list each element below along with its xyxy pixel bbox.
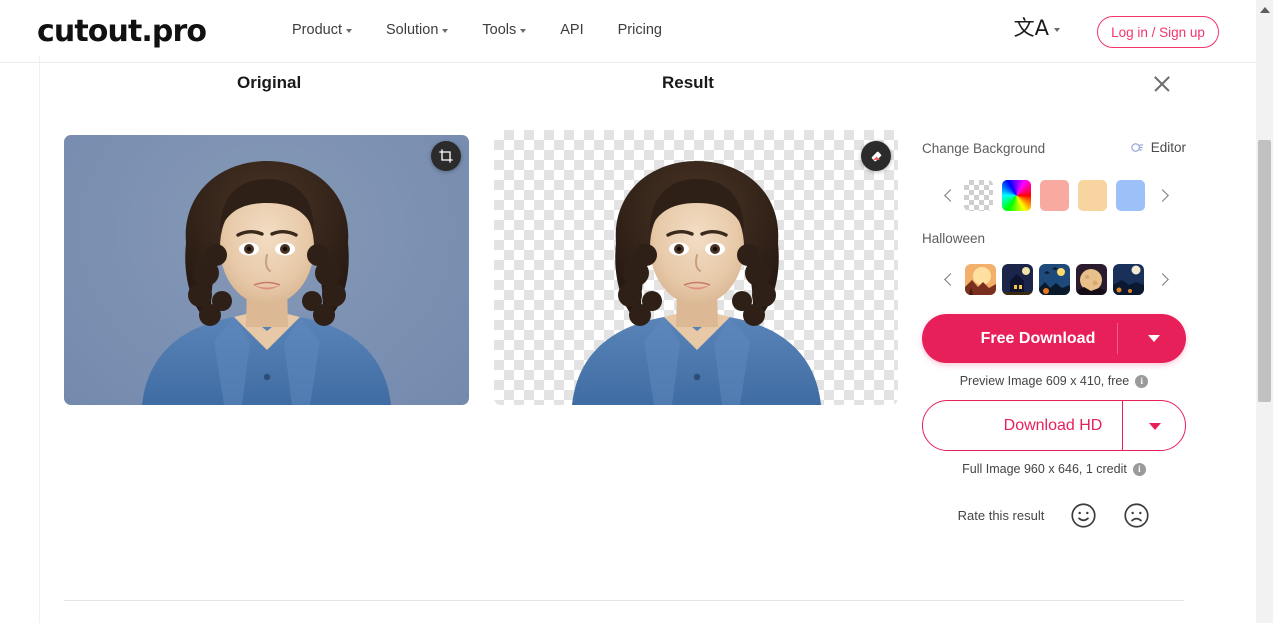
nav-label: Solution	[385, 22, 439, 38]
swatch-blue[interactable]	[1115, 179, 1145, 211]
nav-item-api[interactable]: API	[560, 22, 583, 38]
chevron-right-icon[interactable]	[1152, 185, 1172, 205]
crop-button[interactable]	[431, 141, 461, 171]
nav-item-tools[interactable]: Tools	[482, 22, 527, 38]
main-navigation: Product Solution Tools API Pricing	[292, 22, 662, 38]
scrollbar-thumb[interactable]	[1258, 140, 1271, 402]
nav-item-solution[interactable]: Solution	[385, 22, 449, 38]
login-signup-button[interactable]: Log in / Sign up	[1097, 16, 1219, 48]
portrait-illustration	[142, 161, 391, 405]
language-selector[interactable]: 文A	[1014, 18, 1060, 39]
original-column-title: Original	[237, 73, 302, 92]
crop-icon	[439, 149, 453, 163]
thumb-art	[1001, 263, 1033, 295]
halloween-thumbnail-carousel	[922, 256, 1186, 302]
magic-wand-icon	[1131, 143, 1143, 152]
site-header: cutout.pro Product Solution Tools API Pr…	[0, 0, 1256, 63]
nav-item-pricing[interactable]: Pricing	[618, 22, 662, 38]
section-divider	[64, 600, 1184, 601]
free-download-label: Free Download	[980, 329, 1096, 347]
thumb-art	[964, 263, 996, 295]
info-icon[interactable]: i	[1135, 374, 1149, 388]
thumbnail-halloween-moonlit-field[interactable]	[1112, 263, 1144, 295]
nav-item-product[interactable]: Product	[292, 22, 352, 38]
thumb-art	[1038, 263, 1070, 295]
chevron-down-icon	[442, 29, 449, 33]
category-header: Halloween	[922, 230, 1186, 252]
free-download-caption-row: Preview Image 609 x 410, free i	[922, 374, 1186, 388]
thumbnail-halloween-haunted-house[interactable]	[1001, 263, 1033, 295]
editor-label: Editor	[1150, 140, 1186, 155]
result-column-title: Result	[662, 73, 714, 92]
rate-result-label: Rate this result	[957, 508, 1045, 523]
download-hd-caption-row: Full Image 960 x 646, 1 credit i	[922, 462, 1186, 476]
thumbnail-halloween-bats-night[interactable]	[1038, 263, 1070, 295]
swatch-list	[963, 179, 1145, 211]
nav-label: Product	[292, 22, 342, 38]
portrait-cutout-illustration	[572, 161, 821, 405]
swatch-peach[interactable]	[1077, 179, 1107, 211]
caret-down-icon[interactable]	[1148, 335, 1160, 342]
scroll-up-arrow-icon[interactable]	[1260, 7, 1270, 13]
thumbnail-halloween-sunset[interactable]	[964, 263, 996, 295]
close-icon[interactable]	[1150, 72, 1174, 96]
chevron-down-icon	[345, 29, 352, 33]
background-swatch-carousel	[922, 172, 1186, 218]
thumbnail-halloween-full-moon[interactable]	[1075, 263, 1107, 295]
change-background-header: Change Background Editor	[922, 140, 1186, 162]
info-icon[interactable]: i	[1132, 462, 1146, 476]
swatch-transparent[interactable]	[963, 179, 993, 211]
editor-button[interactable]: Editor	[1130, 140, 1186, 155]
free-download-caption: Preview Image 609 x 410, free	[959, 374, 1130, 388]
swatch-salmon[interactable]	[1039, 179, 1069, 211]
smiley-face-icon[interactable]	[1070, 502, 1097, 529]
thumb-art	[1075, 263, 1107, 295]
page-scrollbar[interactable]	[1256, 0, 1273, 623]
result-image[interactable]	[494, 130, 898, 405]
rate-result-row: Rate this result	[922, 502, 1186, 529]
result-options-sidebar: Change Background Editor Halloween Free …	[922, 140, 1186, 529]
panel-left-border	[39, 56, 40, 623]
eraser-icon	[871, 151, 881, 161]
frowning-face-icon[interactable]	[1123, 502, 1150, 529]
swatch-rainbow[interactable]	[1001, 179, 1031, 211]
page-root: cutout.pro Product Solution Tools API Pr…	[0, 0, 1273, 623]
chevron-right-icon[interactable]	[1152, 269, 1172, 289]
download-hd-button[interactable]: Download HD	[922, 400, 1186, 451]
site-logo[interactable]: cutout.pro	[37, 14, 207, 49]
eraser-button[interactable]	[861, 141, 891, 171]
button-divider	[1117, 323, 1118, 354]
thumbnail-list	[964, 263, 1144, 295]
download-hd-label: Download HD	[1003, 416, 1103, 434]
chevron-left-icon[interactable]	[940, 269, 960, 289]
change-background-label: Change Background	[922, 141, 1046, 156]
download-hd-caption: Full Image 960 x 646, 1 credit	[962, 462, 1127, 476]
thumb-art	[1112, 263, 1144, 295]
translate-icon: 文A	[1013, 16, 1049, 40]
original-photo	[64, 135, 469, 405]
chevron-down-icon	[520, 29, 527, 33]
nav-label: Tools	[482, 22, 517, 38]
free-download-button[interactable]: Free Download	[922, 314, 1186, 363]
button-divider	[1122, 401, 1123, 450]
original-image[interactable]	[64, 135, 469, 405]
category-label: Halloween	[922, 231, 986, 246]
nav-label: API	[560, 22, 584, 38]
nav-label: Pricing	[617, 22, 662, 38]
caret-down-icon[interactable]	[1149, 423, 1161, 430]
chevron-down-icon	[1054, 27, 1060, 32]
chevron-left-icon[interactable]	[940, 185, 960, 205]
